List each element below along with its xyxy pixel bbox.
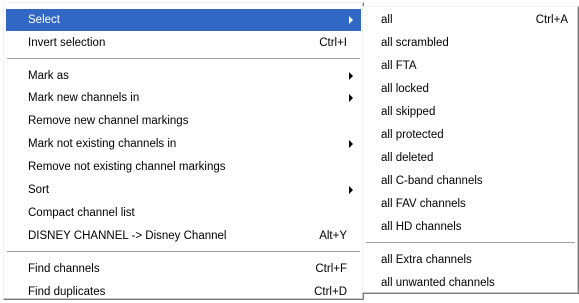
menu-item-label: all HD channels — [381, 221, 462, 233]
menu-item-shortcut: Ctrl+I — [319, 37, 347, 49]
submenu-item-all[interactable]: all Ctrl+A — [365, 9, 576, 31]
menu-item-label: Mark new channels in — [28, 92, 140, 104]
menu-item-label: Sort — [28, 184, 50, 196]
menu-item-label: all deleted — [381, 152, 434, 164]
menu-item-label: all locked — [381, 83, 429, 95]
menu-separator — [7, 58, 360, 60]
chevron-right-icon — [349, 140, 353, 148]
menu-item-shortcut: Ctrl+F — [315, 263, 347, 275]
chevron-right-icon — [349, 72, 353, 80]
context-menu: Select Invert selection Ctrl+I Mark as M… — [3, 2, 364, 300]
menu-item-mark-not-existing-channels-in[interactable]: Mark not existing channels in — [6, 133, 361, 155]
menu-item-label: Invert selection — [28, 37, 106, 49]
menu-item-sort[interactable]: Sort — [6, 179, 361, 201]
menu-item-label: Remove not existing channel markings — [28, 161, 226, 173]
menu-item-mark-new-channels-in[interactable]: Mark new channels in — [6, 87, 361, 109]
menu-item-label: all — [381, 14, 393, 26]
menu-item-shortcut: Ctrl+A — [535, 14, 568, 26]
menu-item-label: all scrambled — [381, 37, 449, 49]
menu-item-remove-new-channel-markings[interactable]: Remove new channel markings — [6, 110, 361, 132]
menu-item-find-channels[interactable]: Find channels Ctrl+F — [6, 258, 361, 280]
select-submenu: all Ctrl+A all scrambled all FTA all loc… — [362, 6, 579, 294]
menu-item-label: Select — [28, 14, 60, 26]
menu-item-label: Remove new channel markings — [28, 115, 189, 127]
menu-item-label: Mark not existing channels in — [28, 138, 177, 150]
menu-item-label: all FTA — [381, 60, 417, 72]
menu-item-label: all Extra channels — [381, 254, 472, 266]
menu-item-label: all protected — [381, 129, 444, 141]
submenu-item-all-fav-channels[interactable]: all FAV channels — [365, 193, 576, 215]
chevron-right-icon — [349, 186, 353, 194]
menu-item-label: DISNEY CHANNEL -> Disney Channel — [28, 230, 227, 242]
submenu-item-all-protected[interactable]: all protected — [365, 124, 576, 146]
submenu-item-all-unwanted-channels[interactable]: all unwanted channels — [365, 272, 576, 294]
menu-separator — [7, 251, 360, 253]
menu-item-shortcut: Alt+Y — [319, 230, 347, 242]
menu-item-label: all unwanted channels — [381, 277, 495, 289]
menu-item-label: Mark as — [28, 70, 69, 82]
menu-item-compact-channel-list[interactable]: Compact channel list — [6, 202, 361, 224]
menu-item-label: all skipped — [381, 106, 436, 118]
menu-item-rename-disney-channel[interactable]: DISNEY CHANNEL -> Disney Channel Alt+Y — [6, 225, 361, 247]
submenu-item-all-skipped[interactable]: all skipped — [365, 101, 576, 123]
submenu-item-all-fta[interactable]: all FTA — [365, 55, 576, 77]
menu-item-select[interactable]: Select — [6, 9, 361, 31]
menu-item-label: Compact channel list — [28, 207, 135, 219]
menu-separator — [366, 242, 575, 244]
submenu-item-all-scrambled[interactable]: all scrambled — [365, 32, 576, 54]
submenu-item-all-extra-channels[interactable]: all Extra channels — [365, 249, 576, 271]
chevron-right-icon — [349, 94, 353, 102]
menu-item-label: Find channels — [28, 263, 100, 275]
menu-item-remove-not-existing-channel-markings[interactable]: Remove not existing channel markings — [6, 156, 361, 178]
chevron-right-icon — [349, 16, 353, 24]
menu-item-label: all C-band channels — [381, 175, 483, 187]
submenu-item-all-c-band-channels[interactable]: all C-band channels — [365, 170, 576, 192]
menu-item-mark-as[interactable]: Mark as — [6, 65, 361, 87]
submenu-item-all-hd-channels[interactable]: all HD channels — [365, 216, 576, 238]
submenu-item-all-deleted[interactable]: all deleted — [365, 147, 576, 169]
submenu-item-all-locked[interactable]: all locked — [365, 78, 576, 100]
menu-item-label: all FAV channels — [381, 198, 466, 210]
menu-item-invert-selection[interactable]: Invert selection Ctrl+I — [6, 32, 361, 54]
